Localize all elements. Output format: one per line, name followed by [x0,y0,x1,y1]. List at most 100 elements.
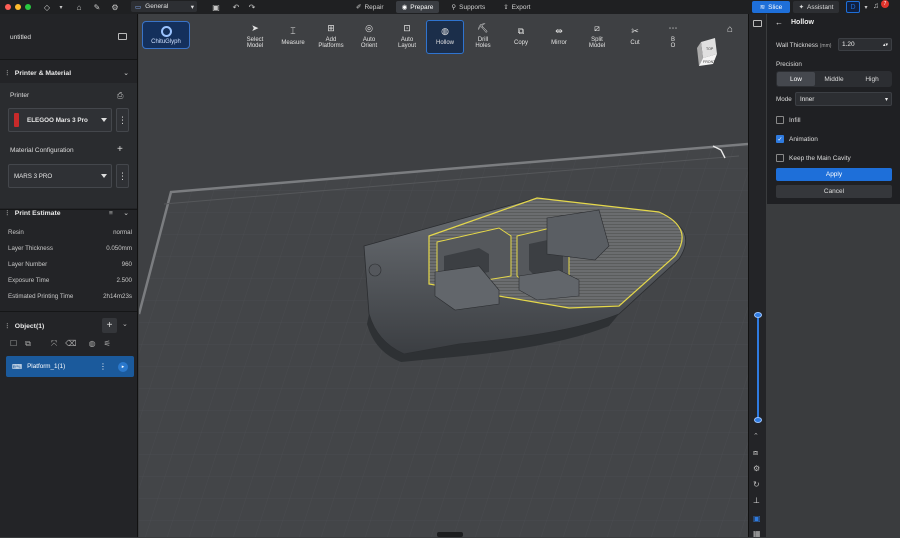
material-dropdown[interactable]: MARS 3 PRO [8,164,112,188]
wall-thickness-label: Wall Thickness (mm) [776,42,832,49]
tab-export[interactable]: ⇪ Export [497,1,536,13]
apply-button[interactable]: Apply [776,168,892,181]
more-vertical-icon[interactable]: ⋮ [99,362,107,371]
mode-label: Mode [776,96,792,103]
back-arrow-icon[interactable]: ← [775,18,783,27]
save-icon[interactable]: ▣ [210,2,222,12]
printer-more-button[interactable]: ⋮ [116,108,129,132]
tool-auto-layout[interactable]: ⊡ Auto Layout [388,20,426,54]
sidebar-toggle-icon[interactable] [118,33,127,40]
tool-auto-orient[interactable]: ◎ Auto Orient [350,20,388,54]
section-print-estimate[interactable]: ⋮ Print Estimate ≡ ⌄ [0,204,137,222]
redo-icon[interactable]: ↷ [246,2,258,12]
printer-icon [14,113,19,127]
checkbox-box[interactable] [776,154,784,162]
rotate-icon[interactable]: ↻ [753,480,760,489]
tab-supports[interactable]: ⚲ Supports [445,1,491,13]
checkbox-icon[interactable]: ☐ [10,339,17,349]
tool-label: Auto Orient [360,36,378,50]
tool-add-platforms[interactable]: ⊞ Add Platforms [312,20,350,54]
tool-b-o[interactable]: ⋯ B O [654,20,692,54]
precision-middle-option[interactable]: Middle [815,72,853,86]
notifications-bell-icon[interactable]: ♫ 7 [873,0,889,13]
chevron-right-icon[interactable]: ▸ [118,361,128,372]
undo-icon[interactable]: ↶ [230,2,242,12]
fit-icon[interactable]: ⤧ [51,339,57,349]
tab-prepare[interactable]: ◉ Prepare [395,1,440,13]
home-icon[interactable]: ⌂ [73,2,85,12]
precision-label: Precision [776,61,802,68]
precision-high-option[interactable]: High [853,72,891,86]
zoom-window-button[interactable] [25,4,31,10]
precision-low-option[interactable]: Low [777,72,815,86]
wall-thickness-input[interactable]: 1.20 ▴▾ [838,38,892,51]
printer-label: Printer [10,92,30,99]
tool-mirror[interactable]: ⇹ Mirror [540,20,578,54]
app-logo-icon[interactable]: ◇ [41,2,53,12]
object-toolbar: ☐ ⧉ ⤧ ⌫ ◍ ⚟ [10,339,111,349]
chevron-down-icon: ⌄ [123,70,129,77]
slice-button[interactable]: ≋ Slice [752,1,790,13]
chevron-down-icon: ▾ [190,3,194,11]
close-window-button[interactable] [5,4,11,10]
layer-slider-bottom-handle[interactable] [754,417,762,423]
checkbox-box[interactable] [776,116,784,124]
add-material-button[interactable]: + [117,144,123,155]
chituglyph-button[interactable]: ChituGlyph [142,21,190,49]
platform-icon: ⌨ [12,363,23,371]
cube-view-icon[interactable]: ⧈ [753,448,758,458]
cancel-button[interactable]: Cancel [776,185,892,198]
tab-repair[interactable]: ✐ Repair [350,1,390,13]
copy-icon: ⧉ [517,25,525,36]
chevron-up-icon[interactable]: ⌃ [753,432,759,440]
lift-icon[interactable]: ⊥ [753,496,760,505]
layer-view-icon[interactable]: ▣ [753,514,761,523]
home-view-icon[interactable]: ⌂ [727,24,733,35]
pen-icon[interactable]: ✎ [91,2,103,12]
tool-label: Measure [281,39,305,46]
tool-measure[interactable]: ⌶ Measure [274,20,312,54]
chevron-down-icon[interactable]: ▾ [55,2,67,12]
settings-icon[interactable]: ⚟ [104,339,111,349]
chevron-down-icon[interactable]: ▾ [860,2,872,12]
tool-copy[interactable]: ⧉ Copy [502,20,540,54]
tool-split-model[interactable]: ⧄ Split Model [578,20,616,54]
tool-select-model[interactable]: ➤ Select Model [236,20,274,54]
material-more-button[interactable]: ⋮ [116,164,129,188]
tool-drill-holes[interactable]: ⛏ Drill Holes [464,20,502,54]
chevron-down-icon[interactable]: ⌄ [122,320,128,328]
infill-checkbox[interactable]: Infill [776,116,801,124]
tool-label: Cut [630,39,640,46]
add-object-button[interactable]: + [102,318,117,333]
tool-cut[interactable]: ✂ Cut [616,20,654,54]
keep-cavity-checkbox[interactable]: Keep the Main Cavity [776,154,851,162]
sidebar-toggle-icon[interactable] [753,20,762,27]
network-icon[interactable]: ⚙ [109,2,121,12]
group-icon[interactable]: ⧉ [25,339,31,349]
section-printer-material[interactable]: ⋮ Printer & Material ⌄ [0,64,137,82]
tool-hollow[interactable]: ◍ Hollow [426,20,464,54]
printer-settings-icon[interactable]: ⎙ [117,91,123,101]
mode-select[interactable]: Inner ▾ [795,92,892,106]
printer-material-body: Printer ⎙ ELEGOO Mars 3 Pro ⋮ Material C… [0,83,137,208]
delete-icon[interactable]: ⌫ [65,339,76,349]
support-icon: ⚲ [451,4,457,11]
gear-icon[interactable]: ⚙ [753,464,760,473]
stepper-icon[interactable]: ▴▾ [883,42,888,47]
precision-segmented: Low Middle High [776,71,892,87]
minimize-window-button[interactable] [15,4,21,10]
estimate-row-exposure-time: Exposure Time 2.500 [8,277,132,284]
printer-dropdown[interactable]: ELEGOO Mars 3 Pro [8,108,112,132]
layer-slider-top-handle[interactable] [754,312,762,318]
avatar[interactable]: D [846,1,860,13]
layer-slider-track[interactable] [757,314,759,419]
palette-icon[interactable]: ◍ [89,339,96,349]
checkmark-icon[interactable]: ✓ [776,135,784,143]
3d-viewport[interactable]: TOP FRONT ChituGlyph ⌂ [139,14,748,537]
scene-canvas: TOP FRONT [139,14,748,537]
assistant-button[interactable]: ✦ Assistant [793,1,839,13]
list-item[interactable]: ⌨ Platform_1(1) ⋮ ▸ [6,356,134,377]
animation-checkbox[interactable]: ✓ Animation [776,135,818,143]
workspace-selector[interactable]: ▭ General ▾ [131,1,197,12]
mirror-icon: ⇹ [555,25,563,36]
